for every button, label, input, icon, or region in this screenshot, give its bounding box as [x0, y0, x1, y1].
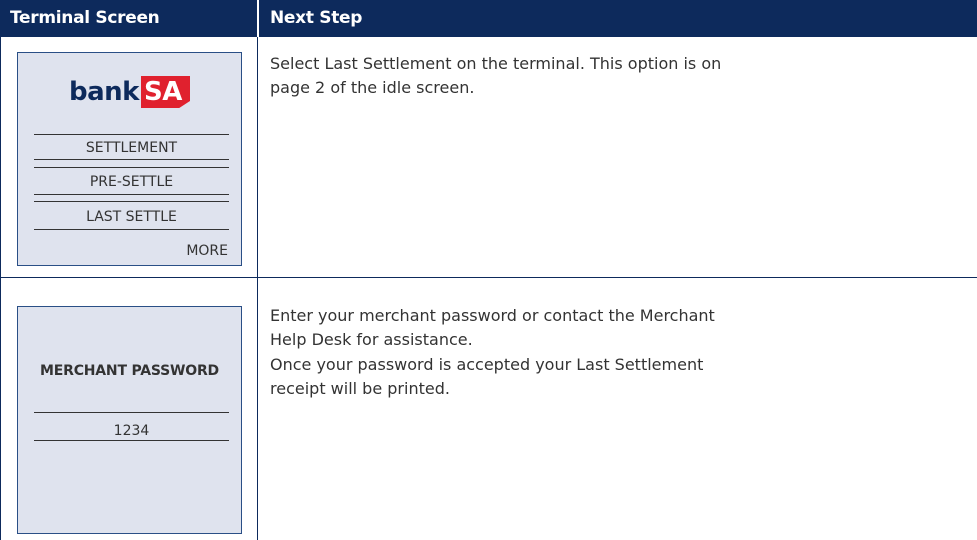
password-line-top	[34, 412, 229, 413]
terminal-screen-menu: bank SA SETTLEMENT PRE-SETTLE LAST SETTL…	[17, 52, 242, 266]
menu-separator	[34, 167, 229, 168]
step-text-receipt-printed: Once your password is accepted your Last…	[270, 355, 704, 398]
menu-item-more: MORE	[186, 243, 228, 259]
step-text-enter-password: Enter your merchant password or contact …	[270, 306, 715, 349]
instruction-table: Terminal Screen Next Step bank SA SETTLE…	[0, 0, 977, 540]
header-terminal-screen: Terminal Screen	[10, 8, 160, 28]
menu-separator	[34, 201, 229, 202]
table-left-border	[0, 37, 1, 540]
logo-bank-text: bank	[69, 77, 139, 107]
menu-item-pre-settle: PRE-SETTLE	[89, 174, 174, 190]
row-divider	[0, 277, 977, 278]
merchant-password-title: MERCHANT PASSWORD	[40, 363, 219, 379]
logo-sa-text: SA	[144, 77, 182, 107]
header-divider	[257, 0, 259, 37]
header-next-step: Next Step	[270, 8, 363, 28]
menu-item-last-settle: LAST SETTLE	[86, 209, 177, 225]
logo-sa-flag: SA	[141, 76, 190, 108]
step-text-select-last-settlement: Select Last Settlement on the terminal. …	[270, 54, 722, 97]
menu-item-settlement: SETTLEMENT	[85, 140, 178, 156]
terminal-screen-password: MERCHANT PASSWORD 1234	[17, 306, 242, 534]
menu-separator	[34, 229, 229, 230]
table-header: Terminal Screen Next Step	[0, 0, 977, 37]
menu-separator	[34, 134, 229, 135]
menu-separator	[34, 194, 229, 195]
menu-separator	[34, 159, 229, 160]
merchant-password-value: 1234	[113, 423, 150, 439]
column-divider	[257, 37, 258, 540]
password-line-bottom	[34, 440, 229, 441]
